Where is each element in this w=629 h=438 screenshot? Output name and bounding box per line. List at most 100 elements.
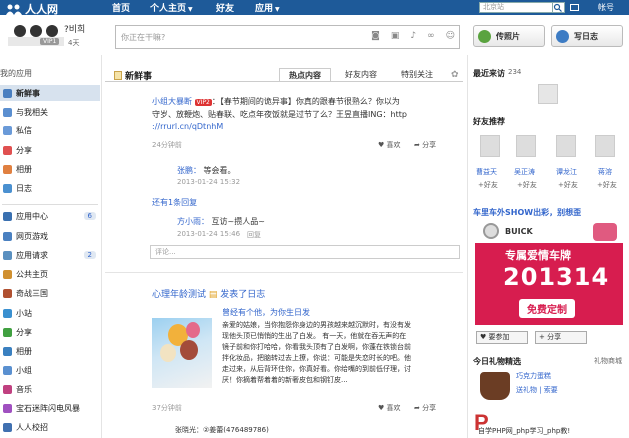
ad-title[interactable]: 车里车外SHOW出彩，别想歪 xyxy=(473,207,581,218)
ad-banner-text: 专属爱情车牌 xyxy=(505,249,571,262)
camera-icon[interactable]: ◙ xyxy=(371,31,380,41)
sidebar-item-share-app[interactable]: 分享 xyxy=(0,324,100,340)
search-button[interactable] xyxy=(553,2,565,13)
plus-icon: + xyxy=(539,333,545,341)
sidebar-item-web-games[interactable]: 网页游戏 xyxy=(0,228,100,244)
like-label: 喜欢 xyxy=(386,141,401,149)
site-icon xyxy=(3,308,12,318)
join-button[interactable]: ♥ 要参加 xyxy=(476,331,528,344)
nav-profile[interactable]: 个人主页 ▼ xyxy=(150,1,193,14)
chevron-down-icon: ▼ xyxy=(188,6,193,13)
diary-line: 拌化妆品，把脑转过去上撩，你说：可能是失恋时长的吧。他 xyxy=(222,354,411,362)
recruiting-icon xyxy=(3,422,12,432)
renren-logo[interactable]: 人人网 xyxy=(5,1,58,17)
sidebar-item-label: 小组 xyxy=(16,365,32,375)
more-replies-link[interactable]: 还有1条回复 xyxy=(152,197,197,209)
cake-image[interactable] xyxy=(480,372,510,400)
sidebar-item-three-kingdoms[interactable]: 奇战三国 xyxy=(0,285,100,301)
share-ad-button[interactable]: + 分享 xyxy=(535,331,587,344)
tab-hot[interactable]: 热点内容 xyxy=(279,68,331,82)
sidebar-item-recruiting[interactable]: 人人校招 xyxy=(0,419,100,435)
tab-special-follow[interactable]: 特别关注 xyxy=(393,68,441,82)
ad-cta[interactable]: 免费定制 xyxy=(519,299,575,318)
friend-avatar[interactable] xyxy=(595,135,615,157)
music-icon[interactable]: ♪ xyxy=(410,31,416,41)
post-action: 发表了日志 xyxy=(220,290,266,300)
smiley-icon[interactable]: ☺ xyxy=(446,31,455,41)
add-friend-button[interactable]: +好友 xyxy=(558,180,578,190)
nav-friends[interactable]: 好友 xyxy=(216,1,234,14)
upload-photo-button[interactable]: 传照片 xyxy=(473,25,545,47)
public-page-icon xyxy=(3,269,12,279)
like-button[interactable]: ♥ 喜欢 xyxy=(378,403,401,413)
add-friend-button[interactable]: +好友 xyxy=(517,180,537,190)
sidebar-item-bejeweled[interactable]: 宝石迷阵闪电风暴 xyxy=(0,400,100,416)
sidebar-item-albums[interactable]: 相册 xyxy=(0,161,100,177)
friend-name[interactable]: 吴正涛 xyxy=(514,167,535,177)
friend-name[interactable]: 蒋溶 xyxy=(598,167,612,177)
sidebar-item-small-site[interactable]: 小站 xyxy=(0,305,100,321)
sidebar-item-public-pages[interactable]: 公共主页 xyxy=(0,266,100,282)
image-icon[interactable]: ▣ xyxy=(391,31,400,41)
visitor-avatar[interactable] xyxy=(538,84,558,104)
nav-apps[interactable]: 应用 ▼ xyxy=(255,1,280,14)
gem-icon xyxy=(3,403,12,413)
gift-actions[interactable]: 送礼物 | 索要 xyxy=(516,384,558,396)
friend-avatar[interactable] xyxy=(556,135,576,157)
comment-author[interactable]: 方小雨： xyxy=(177,217,209,226)
link-icon[interactable]: ∞ xyxy=(427,31,435,41)
post-author[interactable]: 心理年龄测试 xyxy=(152,290,206,300)
tab-friends[interactable]: 好友内容 xyxy=(337,68,385,82)
share-button[interactable]: ➦ 分享 xyxy=(414,140,436,150)
diary-title[interactable]: 曾经有个他，为你生日发 xyxy=(222,307,310,319)
sidebar-item-app-center[interactable]: 应用中心 6 xyxy=(0,208,100,224)
sidebar-item-label: 日志 xyxy=(16,183,32,193)
sidebar-item-diary[interactable]: 日志 xyxy=(0,180,100,196)
comment-time: 2013-01-24 15:46 xyxy=(177,230,241,238)
top-navigation-bar: 人人网 首页 个人主页 ▼ 好友 应用 ▼ 北京站 帐号 xyxy=(0,0,629,17)
upload-photo-label: 传照片 xyxy=(496,31,520,41)
sidebar-item-albums-app[interactable]: 相册 xyxy=(0,343,100,359)
ad-banner[interactable]: BUICK 专属爱情车牌 201314 免费定制 xyxy=(475,219,623,325)
profile-name[interactable]: ?비희 xyxy=(64,22,85,35)
friend-avatar[interactable] xyxy=(516,135,536,157)
post-time: 24分钟前 xyxy=(152,141,182,149)
sidebar-item-label: 奇战三国 xyxy=(16,288,48,298)
nav-home[interactable]: 首页 xyxy=(112,1,130,14)
gift-shop-link[interactable]: 礼物商城 xyxy=(594,356,622,366)
comment-author[interactable]: 张鹏： xyxy=(177,166,201,175)
chevron-down-icon: ▼ xyxy=(275,6,280,13)
share-button[interactable]: ➦ 分享 xyxy=(414,403,436,413)
column-divider xyxy=(467,55,468,438)
add-friend-button[interactable]: +好友 xyxy=(597,180,617,190)
post-author[interactable]: 小组大暴断 xyxy=(152,97,192,106)
sidebar-item-music[interactable]: 音乐 xyxy=(0,381,100,397)
share-ad-label: 分享 xyxy=(547,333,562,341)
sidebar-item-messages[interactable]: 私信 xyxy=(0,122,100,138)
like-button[interactable]: ♥ 喜欢 xyxy=(378,140,401,150)
post-text: 小组大暴断 VIP2 ：【春节期间的诡异事】你真的跟春节很熟么？你以为 守岁、放鞭… xyxy=(152,96,457,133)
gear-icon[interactable]: ✿ xyxy=(451,70,459,80)
sidebar-item-groups[interactable]: 小组 xyxy=(0,362,100,378)
post-link[interactable]: ://rrurl.cn/qDtnhM xyxy=(152,122,223,131)
sidebar-item-share[interactable]: 分享 xyxy=(0,142,100,158)
reply-link[interactable]: 回复 xyxy=(247,230,261,240)
friend-name[interactable]: 曹益天 xyxy=(476,167,497,177)
sidebar-item-feed[interactable]: 新鲜事 xyxy=(0,85,100,101)
sidebar-item-related[interactable]: 与我相关 xyxy=(0,104,100,120)
status-input[interactable]: 你正在干嘛? ◙ ▣ ♪ ∞ ☺ xyxy=(115,25,460,49)
add-friend-button[interactable]: +好友 xyxy=(478,180,498,190)
sidebar-item-app-requests[interactable]: 应用请求 2 xyxy=(0,247,100,263)
count-badge: 6 xyxy=(83,212,96,220)
mail-icon[interactable] xyxy=(570,4,579,11)
comment-input[interactable]: 评论... xyxy=(150,245,460,259)
friend-name[interactable]: 谭龙江 xyxy=(556,167,577,177)
share-icon xyxy=(3,327,12,337)
post-photo[interactable] xyxy=(152,318,212,388)
friend-avatar[interactable] xyxy=(480,135,500,157)
sidebar-item-label: 人人校招 xyxy=(16,422,48,432)
gift-name[interactable]: 巧克力蛋糕 xyxy=(516,370,551,382)
write-diary-button[interactable]: 写日志 xyxy=(551,25,623,47)
search-input[interactable]: 北京站 xyxy=(479,2,553,13)
account-menu[interactable]: 帐号 xyxy=(598,2,614,13)
